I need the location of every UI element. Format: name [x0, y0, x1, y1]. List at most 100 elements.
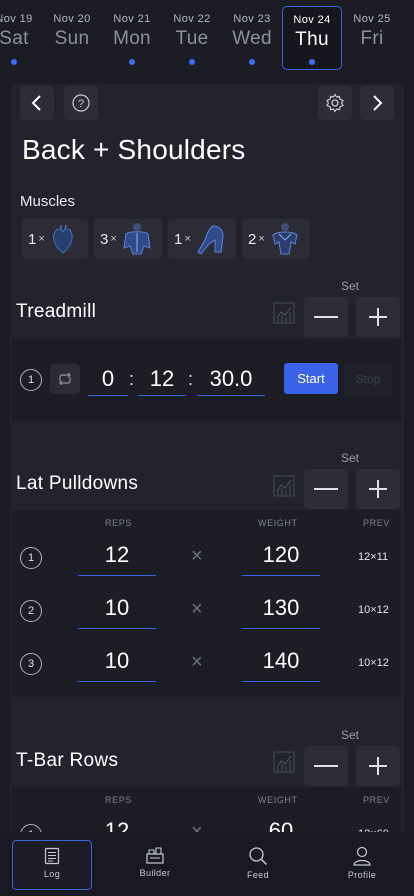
day-date: Nov 21 [113, 13, 151, 25]
nav-builder[interactable]: Builder [115, 840, 195, 890]
day-wed[interactable]: Nov 23 Wed [222, 6, 282, 70]
day-mon[interactable]: Nov 21 Mon [102, 6, 162, 70]
prev-header: PREV [363, 795, 390, 805]
nav-label: Feed [246, 870, 270, 880]
profile-icon [353, 846, 371, 866]
day-date: Nov 22 [173, 13, 211, 25]
reps-header: REPS [105, 518, 132, 528]
hours-input[interactable]: 0 [88, 366, 128, 396]
times-sign: × [191, 651, 203, 673]
next-day-button[interactable] [360, 86, 394, 120]
shoulder-icon [197, 225, 224, 255]
svg-text:?: ? [78, 98, 84, 110]
set-number: 1 [20, 547, 42, 569]
help-button[interactable]: ? [64, 86, 98, 120]
times-sign: × [191, 545, 203, 567]
set-label: Set [341, 451, 360, 465]
day-tue[interactable]: Nov 22 Tue [162, 6, 222, 70]
day-name: Sun [54, 28, 90, 49]
workout-dot [309, 59, 315, 65]
muscle-count: 3 [100, 230, 109, 248]
heart-icon [52, 224, 73, 254]
upper-back-icon [272, 223, 298, 255]
reps-input[interactable]: 10 [78, 648, 156, 682]
weight-header: WEIGHT [258, 518, 298, 528]
day-sun[interactable]: Nov 20 Sun [42, 6, 102, 70]
chart-button[interactable] [271, 749, 297, 775]
remove-set-button[interactable] [304, 469, 348, 509]
nav-label: Profile [347, 870, 377, 880]
exercise-name-t-bar-rows[interactable]: T-Bar Rows [16, 750, 118, 772]
prev-day-button[interactable] [20, 86, 54, 120]
settings-button[interactable] [318, 86, 352, 120]
day-name: Tue [175, 28, 209, 49]
repeat-button[interactable] [50, 364, 80, 394]
workout-dot [11, 59, 17, 65]
minus-icon [314, 488, 338, 490]
chart-button[interactable] [271, 300, 297, 326]
time-separator: : [129, 369, 135, 389]
reps-input[interactable]: 12 [78, 542, 156, 576]
seconds-input[interactable]: 30.0 [197, 366, 265, 396]
workout-title[interactable]: Back + Shoulders [22, 134, 245, 166]
add-set-button[interactable] [356, 297, 400, 337]
nav-log[interactable]: Log [12, 840, 92, 890]
day-name: Mon [113, 28, 151, 49]
day-date: Nov 20 [53, 13, 91, 25]
plus-icon [369, 308, 387, 326]
chart-button[interactable] [271, 473, 297, 499]
remove-set-button[interactable] [304, 297, 348, 337]
muscle-count: 1 [28, 230, 37, 248]
prev-header: PREV [363, 518, 390, 528]
day-thu-selected[interactable]: Nov 24 Thu [282, 6, 342, 70]
day-name: Sat [0, 28, 29, 49]
reps-input[interactable]: 10 [78, 595, 156, 629]
workout-dot [129, 59, 135, 65]
add-set-button[interactable] [356, 469, 400, 509]
set-number: 1 [20, 369, 42, 391]
day-fri[interactable]: Nov 25 Fri [342, 6, 402, 70]
builder-icon [146, 847, 164, 864]
nav-feed[interactable]: Feed [218, 840, 298, 890]
muscle-chip-shoulder[interactable]: 1 × [168, 219, 236, 259]
back-muscles-icon [123, 223, 151, 255]
muscles-label: Muscles [20, 193, 76, 210]
log-icon [44, 847, 60, 865]
add-set-button[interactable] [356, 746, 400, 786]
exercise-name-treadmill[interactable]: Treadmill [16, 301, 96, 323]
day-date: Nov 23 [233, 13, 271, 25]
set-number: 2 [20, 600, 42, 622]
chart-icon [273, 751, 295, 773]
stop-timer-button[interactable]: Stop [344, 363, 392, 394]
weight-input[interactable]: 140 [242, 648, 320, 682]
weight-input[interactable]: 120 [242, 542, 320, 576]
plus-icon [369, 480, 387, 498]
start-timer-button[interactable]: Start [284, 363, 338, 394]
previous-value: 10×12 [358, 657, 389, 669]
muscle-chip-heart[interactable]: 1 × [22, 219, 88, 259]
muscle-count: 1 [174, 230, 183, 248]
loop-icon [59, 373, 71, 385]
plus-icon [369, 757, 387, 775]
times-sign: × [184, 233, 191, 245]
weight-header: WEIGHT [258, 795, 298, 805]
muscle-chip-upper-back[interactable]: 2 × [242, 219, 310, 259]
lat-pulldowns-card [12, 510, 402, 697]
day-date: Nov 19 [0, 13, 33, 25]
exercise-name-lat-pulldowns[interactable]: Lat Pulldowns [16, 473, 138, 495]
day-date: Nov 25 [353, 13, 391, 25]
times-sign: × [258, 233, 265, 245]
day-date: Nov 24 [293, 14, 331, 26]
times-sign: × [191, 598, 203, 620]
weight-input[interactable]: 130 [242, 595, 320, 629]
day-sat[interactable]: Nov 19 Sat [0, 6, 44, 70]
day-name: Thu [295, 29, 329, 50]
nav-profile[interactable]: Profile [322, 840, 402, 890]
help-icon: ? [72, 94, 90, 112]
day-name: Fri [360, 28, 384, 49]
remove-set-button[interactable] [304, 746, 348, 786]
nav-label: Log [43, 869, 61, 879]
minutes-input[interactable]: 12 [138, 366, 186, 396]
muscle-chip-back[interactable]: 3 × [94, 219, 162, 259]
set-number: 3 [20, 653, 42, 675]
